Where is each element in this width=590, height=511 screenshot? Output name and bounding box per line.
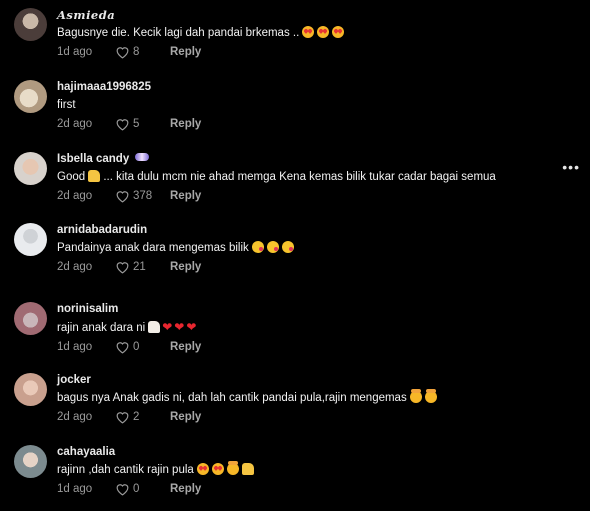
smiling-hearts-emoji-icon: [424, 389, 437, 403]
smiling-hearts-emoji-icon: [226, 461, 239, 475]
comment-text-continued: ... kita dulu mcm nie ahad memga Kena ke…: [103, 171, 496, 183]
reply-button[interactable]: Reply: [170, 118, 201, 130]
comment-meta: 2d ago 378 Reply: [57, 188, 560, 204]
heart-eyes-emoji-icon: [302, 26, 315, 38]
red-heart-emoji-icon: ❤: [186, 320, 197, 334]
smiling-hearts-emoji-icon: [409, 389, 422, 403]
heart-eyes-emoji-icon: [332, 26, 345, 38]
heart-outline-icon: [116, 341, 129, 354]
heart-eyes-emoji-icon: [196, 463, 209, 475]
comment-age: 2d ago: [57, 411, 93, 423]
comment-meta: 2d ago 5 Reply: [57, 116, 560, 132]
like-button[interactable]: 378: [115, 190, 170, 203]
heart-eyes-emoji-icon: [211, 463, 224, 475]
comment-age: 1d ago: [57, 46, 93, 58]
comment-meta: 1d ago 0 Reply: [57, 339, 560, 355]
comment-text: rajin anak dara ni ❤ ❤ ❤: [57, 319, 560, 336]
comment-age: 2d ago: [57, 190, 93, 202]
thumbs-up-emoji-icon: [148, 321, 161, 333]
comment-body: arnidabadarudin Pandainya anak dara meng…: [57, 223, 560, 275]
comment-body: hajimaaa1996825 first 2d ago 5 Reply: [57, 80, 560, 132]
heart-outline-icon: [116, 261, 129, 274]
username[interactable]: arnidabadarudin: [57, 223, 560, 238]
reply-button[interactable]: Reply: [170, 341, 201, 353]
comment-age: 2d ago: [57, 261, 93, 273]
comment-text: Good ... kita dulu mcm nie ahad memga Ke…: [57, 169, 560, 185]
comment-text-content: Bagusnye die. Kecik lagi dah pandai brke…: [57, 27, 300, 39]
comment-text: Pandainya anak dara mengemas bilik: [57, 240, 560, 256]
avatar[interactable]: [14, 223, 47, 256]
username[interactable]: norinisalim: [57, 302, 560, 317]
like-button[interactable]: 21: [115, 261, 170, 274]
reply-button[interactable]: Reply: [170, 411, 201, 423]
comment-body: cahayaalia rajinn ,dah cantik rajin pula…: [57, 445, 560, 497]
like-button[interactable]: 0: [115, 341, 170, 354]
avatar[interactable]: [14, 445, 47, 478]
comment-meta: 1d ago 0 Reply: [57, 481, 560, 497]
username-text: Isbella candy: [57, 153, 130, 165]
comment-text: Bagusnye die. Kecik lagi dah pandai brke…: [57, 25, 560, 41]
comment-age: 1d ago: [57, 341, 93, 353]
more-options-icon[interactable]: •••: [562, 159, 580, 175]
comment-age: 1d ago: [57, 483, 93, 495]
like-button[interactable]: 0: [115, 483, 170, 496]
heart-outline-icon: [116, 118, 129, 131]
like-button[interactable]: 2: [115, 411, 170, 424]
heart-outline-icon: [116, 411, 129, 424]
like-count: 8: [133, 46, 140, 58]
kissing-face-emoji-icon: [281, 241, 294, 253]
reply-button[interactable]: Reply: [170, 190, 201, 202]
candy-emoji-icon: [135, 153, 150, 161]
comment-text-content: bagus nya Anak gadis ni, dah lah cantik …: [57, 392, 407, 404]
comment-meta: 2d ago 2 Reply: [57, 409, 560, 425]
avatar[interactable]: [14, 373, 47, 406]
like-count: 21: [133, 261, 146, 273]
username[interactable]: Isbella candy: [57, 152, 560, 167]
like-count: 0: [133, 341, 140, 353]
comment-body: norinisalim rajin anak dara ni ❤ ❤ ❤ 1d ago…: [57, 302, 560, 355]
thumbs-up-emoji-icon: [241, 463, 254, 475]
avatar[interactable]: [14, 152, 47, 185]
thumbs-up-emoji-icon: [88, 170, 101, 182]
username[interactable]: jocker: [57, 373, 560, 388]
like-button[interactable]: 5: [115, 118, 170, 131]
comment-text-content: Pandainya anak dara mengemas bilik: [57, 242, 249, 254]
comment-text-content: Good: [57, 171, 86, 183]
username[interactable]: cahayaalia: [57, 445, 560, 460]
comment-body: jocker bagus nya Anak gadis ni, dah lah …: [57, 373, 560, 425]
red-heart-emoji-icon: ❤: [162, 320, 173, 334]
like-button[interactable]: 8: [115, 46, 170, 59]
avatar[interactable]: [14, 8, 47, 41]
comment-age: 2d ago: [57, 118, 93, 130]
red-heart-emoji-icon: ❤: [174, 320, 185, 334]
heart-eyes-emoji-icon: [317, 26, 330, 38]
kissing-face-emoji-icon: [266, 241, 279, 253]
comment-meta: 1d ago 8 Reply: [57, 44, 560, 60]
heart-outline-icon: [116, 46, 129, 59]
like-count: 2: [133, 411, 140, 423]
comment-text: first: [57, 99, 76, 111]
heart-outline-icon: [116, 483, 129, 496]
heart-outline-icon: [116, 190, 129, 203]
comment-text: rajinn ,dah cantik rajin pula: [57, 461, 560, 478]
username[interactable]: hajimaaa1996825: [57, 80, 560, 95]
comment-text-content: rajin anak dara ni: [57, 322, 146, 334]
like-count: 5: [133, 118, 140, 130]
avatar[interactable]: [14, 302, 47, 335]
like-count: 0: [133, 483, 140, 495]
reply-button[interactable]: Reply: [170, 261, 201, 273]
comment-body: Asmieda Bagusnye die. Kecik lagi dah pan…: [57, 8, 560, 60]
like-count: 378: [133, 190, 153, 202]
comment-meta: 2d ago 21 Reply: [57, 259, 560, 275]
reply-button[interactable]: Reply: [170, 46, 201, 58]
comment-body: Isbella candy Good ... kita dulu mcm nie…: [57, 152, 560, 204]
comment-text: bagus nya Anak gadis ni, dah lah cantik …: [57, 389, 560, 406]
avatar[interactable]: [14, 80, 47, 113]
reply-button[interactable]: Reply: [170, 483, 201, 495]
username[interactable]: Asmieda: [57, 8, 560, 23]
kissing-face-emoji-icon: [251, 241, 264, 253]
comment-text-content: rajinn ,dah cantik rajin pula: [57, 464, 194, 476]
